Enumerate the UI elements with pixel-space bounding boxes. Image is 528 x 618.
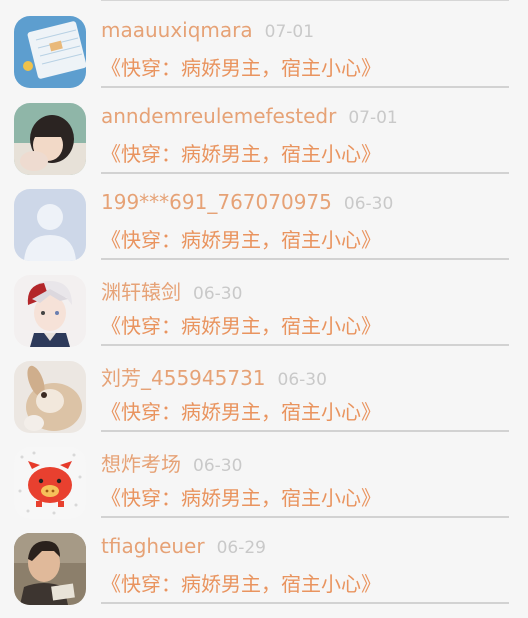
book-title[interactable]: 《快穿：病娇男主，宿主小心》 [101, 310, 381, 339]
book-title[interactable]: 《快穿：病娇男主，宿主小心》 [101, 138, 381, 167]
map-avatar[interactable] [14, 16, 86, 88]
girl-photo-avatar[interactable] [14, 103, 86, 175]
username-row[interactable]: anndemreulemefestedr 07-01 [101, 104, 398, 128]
divider [101, 258, 509, 260]
username[interactable]: 渊轩辕剑 [101, 280, 181, 304]
username[interactable]: 199***691_767070975 [101, 190, 332, 214]
book-title[interactable]: 《快穿：病娇男主，宿主小心》 [101, 568, 381, 597]
divider [101, 516, 509, 518]
book-title[interactable]: 《快穿：病娇男主，宿主小心》 [101, 224, 381, 253]
list-item[interactable]: 199***691_767070975 06-30 《快穿：病娇男主，宿主小心》 [0, 188, 528, 274]
list-item[interactable]: anndemreulemefestedr 07-01 《快穿：病娇男主，宿主小心》 [0, 102, 528, 188]
username-row[interactable]: 199***691_767070975 06-30 [101, 190, 393, 214]
divider [101, 344, 509, 346]
list-item[interactable]: maauuxiqmara 07-01 《快穿：病娇男主，宿主小心》 [0, 16, 528, 102]
date: 06-30 [193, 456, 243, 476]
username-row[interactable]: 渊轩辕剑 06-30 [101, 276, 242, 305]
divider [101, 602, 509, 604]
date: 06-30 [343, 194, 394, 214]
divider [101, 172, 509, 174]
date: 07-01 [264, 22, 315, 42]
list-item[interactable]: 刘芳_455945731 06-30 《快穿：病娇男主，宿主小心》 [0, 360, 528, 446]
rabbit-avatar[interactable] [14, 361, 86, 433]
username[interactable]: tfiagheuer [101, 534, 205, 558]
divider [101, 430, 509, 432]
list-item[interactable]: tfiagheuer 06-29 《快穿：病娇男主，宿主小心》 [0, 532, 528, 618]
date: 06-30 [277, 370, 327, 390]
default-user-avatar[interactable] [14, 189, 86, 261]
username[interactable]: 想炸考场 [101, 452, 181, 476]
username-row[interactable]: 刘芳_455945731 06-30 [101, 362, 327, 391]
man-photo-avatar[interactable] [14, 533, 86, 605]
divider [101, 86, 509, 88]
book-title[interactable]: 《快穿：病娇男主，宿主小心》 [101, 396, 381, 425]
book-title[interactable]: 《快穿：病娇男主，宿主小心》 [101, 482, 381, 511]
username[interactable]: maauuxiqmara [101, 18, 253, 42]
anime-boy-avatar[interactable] [14, 275, 86, 347]
date: 06-29 [216, 538, 266, 558]
date: 07-01 [348, 108, 398, 128]
username[interactable]: 刘芳_455945731 [101, 366, 266, 390]
username-row[interactable]: tfiagheuer 06-29 [101, 534, 266, 558]
red-pig-avatar[interactable] [14, 447, 86, 519]
date: 06-30 [193, 284, 243, 304]
username-row[interactable]: 想炸考场 06-30 [101, 448, 242, 477]
username-row[interactable]: maauuxiqmara 07-01 [101, 18, 314, 42]
top-divider [101, 0, 509, 1]
username[interactable]: anndemreulemefestedr [101, 104, 336, 128]
book-title[interactable]: 《快穿：病娇男主，宿主小心》 [101, 52, 381, 81]
list-item[interactable]: 想炸考场 06-30 《快穿：病娇男主，宿主小心》 [0, 446, 528, 532]
list-item[interactable]: 渊轩辕剑 06-30 《快穿：病娇男主，宿主小心》 [0, 274, 528, 360]
